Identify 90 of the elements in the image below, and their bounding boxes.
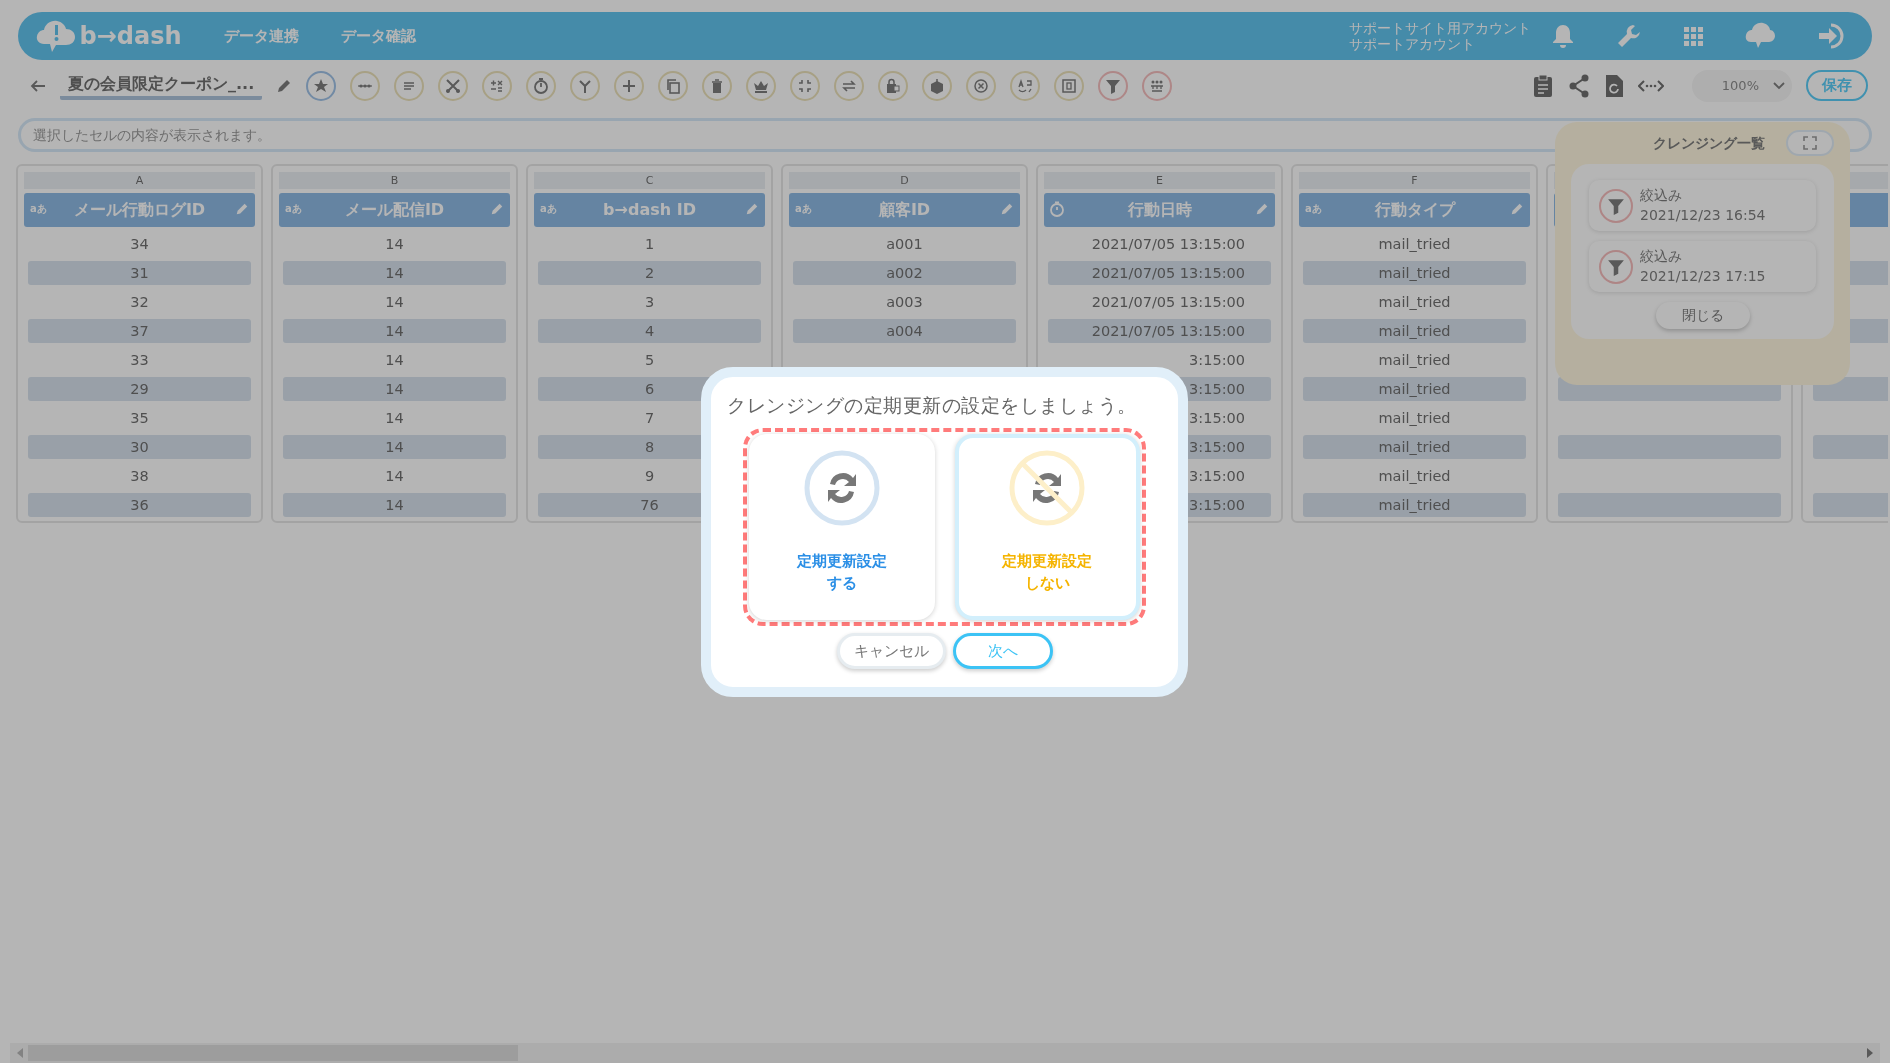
- table-cell: 14: [283, 260, 506, 285]
- table-cell: 37: [28, 318, 251, 343]
- table-cell: 4: [538, 318, 761, 343]
- history-item[interactable]: 絞込み 2021/12/23 16:54: [1589, 180, 1816, 232]
- table-cell-text: 14: [385, 292, 404, 312]
- type-label: aあ: [1305, 201, 1322, 216]
- column-letter: C: [534, 171, 765, 189]
- account-site: サポートサイト用アカウント: [1349, 19, 1531, 36]
- item-time: 2021/12/23 17:15: [1640, 266, 1766, 286]
- table-cell-text: mail_tried: [1378, 466, 1451, 486]
- nav-link[interactable]: データ確認: [340, 24, 416, 48]
- cancel-button[interactable]: キャンセル: [836, 632, 946, 669]
- zoom-dropdown[interactable]: 100%: [1692, 69, 1792, 102]
- table-cell-text: 35: [130, 408, 149, 428]
- column-header[interactable]: 行動日時: [1044, 192, 1275, 227]
- table-cell-text: 14: [385, 350, 404, 370]
- type-label: aあ: [30, 201, 47, 216]
- table-cell: 14: [283, 492, 506, 517]
- table-cell-text: 3:15:00: [1189, 350, 1245, 370]
- table-cell-text: a003: [886, 292, 923, 312]
- table-cell: mail_tried: [1303, 492, 1526, 517]
- table-cell-text: 3: [644, 292, 655, 312]
- table-cell-text: a001: [886, 234, 923, 254]
- table-cell-text: mail_tried: [1378, 408, 1451, 428]
- column-header[interactable]: aあ 顧客ID: [789, 192, 1020, 227]
- table-cell: 2021/07/05 13:15:00: [1048, 318, 1271, 343]
- column-header[interactable]: aあ メール配信ID: [279, 192, 510, 227]
- nav-link[interactable]: データ連携: [223, 24, 299, 48]
- table-cell-text: 38: [130, 466, 149, 486]
- column-letter: A: [24, 171, 255, 189]
- table-cell: mail_tried: [1303, 376, 1526, 401]
- table-cell: a004: [793, 318, 1016, 343]
- table-cell-text: mail_tried: [1378, 234, 1451, 254]
- type-label: aあ: [540, 201, 557, 216]
- item-time: 2021/12/23 16:54: [1640, 205, 1766, 225]
- table-cell: mail_tried: [1303, 318, 1526, 343]
- table-cell: 2021/07/05 13:15:00: [1048, 260, 1271, 285]
- logo-text: b→dash: [79, 21, 182, 52]
- option-card[interactable]: 定期更新設定 しない: [954, 433, 1140, 620]
- table-cell: 14: [283, 318, 506, 343]
- table-cell-text: mail_tried: [1378, 350, 1451, 370]
- table-cell-text: 14: [385, 408, 404, 428]
- table-cell: 14: [283, 376, 506, 401]
- title-field[interactable]: 夏の会員限定クーポン_...: [60, 71, 263, 100]
- table-cell-text: 3:15:00: [1189, 466, 1245, 486]
- column-header[interactable]: aあ 行動タイプ: [1299, 192, 1530, 227]
- column-letter: F: [1299, 171, 1530, 189]
- table-cell-text: 33: [130, 350, 149, 370]
- column-name: メール行動ログID: [73, 198, 206, 221]
- table-cell-text: 9: [644, 466, 655, 486]
- table-cell: a002: [793, 260, 1016, 285]
- item-label: 絞込み: [1640, 186, 1683, 205]
- type-label: aあ: [795, 201, 812, 216]
- table-cell-text: 1: [644, 234, 655, 254]
- table-cell: mail_tried: [1303, 260, 1526, 285]
- account-name: サポートアカウント: [1349, 36, 1476, 53]
- column-name: メール配信ID: [344, 198, 445, 221]
- table-cell-text: 2021/07/05 13:15:00: [1091, 292, 1245, 312]
- table-cell-text: 2021/07/05 13:15:00: [1091, 234, 1245, 254]
- table-cell-text: 34: [130, 234, 149, 254]
- table-cell-text: 14: [385, 234, 404, 254]
- column-name: 行動日時: [1127, 198, 1192, 221]
- save-button[interactable]: 保存: [1806, 70, 1868, 101]
- column-name: 顧客ID: [878, 198, 931, 221]
- close-button[interactable]: 閉じる: [1655, 302, 1750, 330]
- item-label: 絞込み: [1640, 247, 1683, 267]
- column-name: b→dash ID: [603, 198, 696, 221]
- column-header[interactable]: aあ b→dash ID: [534, 192, 765, 227]
- type-label: aあ: [285, 201, 302, 216]
- panel-title: クレンジング一覧: [1653, 133, 1765, 153]
- table-cell: 29: [28, 376, 251, 401]
- table-cell-text: 32: [130, 292, 149, 312]
- table-cell-text: 5: [644, 350, 655, 370]
- history-item[interactable]: 絞込み 2021/12/23 17:15: [1589, 241, 1816, 293]
- table-cell: 30: [28, 434, 251, 459]
- table-cell: 14: [283, 434, 506, 459]
- column-letter: E: [1044, 171, 1275, 189]
- table-cell-text: 7: [644, 408, 655, 428]
- table-cell: 31: [28, 260, 251, 285]
- table-cell: mail_tried: [1303, 434, 1526, 459]
- column-letter: D: [789, 171, 1020, 189]
- column-header[interactable]: aあ メール行動ログID: [24, 192, 255, 227]
- table-cell-text: mail_tried: [1378, 292, 1451, 312]
- next-button[interactable]: 次へ: [952, 632, 1053, 669]
- column-letter: B: [279, 171, 510, 189]
- table-cell-text: 14: [385, 466, 404, 486]
- table-cell: 36: [28, 492, 251, 517]
- table-cell-text: 3:15:00: [1189, 408, 1245, 428]
- table-cell: 2: [538, 260, 761, 285]
- column-name: 行動タイプ: [1374, 198, 1455, 221]
